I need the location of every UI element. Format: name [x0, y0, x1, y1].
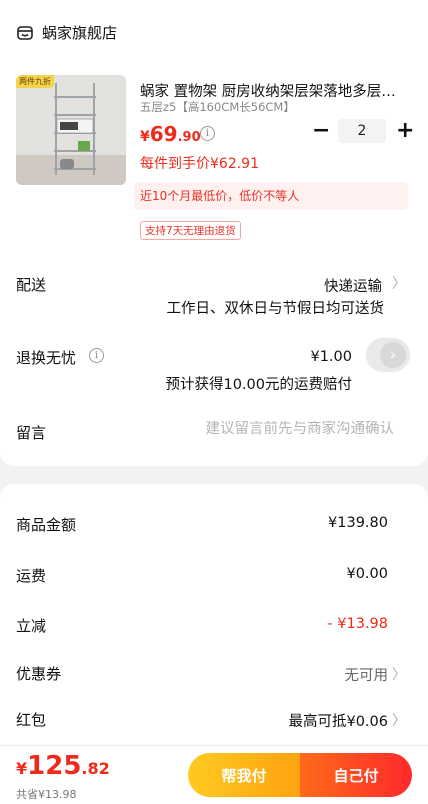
shipping-label: 运费 [16, 567, 47, 585]
message-input[interactable] [164, 421, 394, 437]
message-label: 留言 [16, 424, 47, 442]
shop-icon [17, 25, 33, 40]
return-insurance-info-icon[interactable]: i [89, 348, 104, 363]
discount-label: 立减 [16, 617, 47, 635]
quantity-value[interactable]: 2 [338, 119, 386, 143]
product-title[interactable]: 蜗家 置物架 厨房收纳架层架落地多层储物架 [140, 80, 402, 101]
total-price: ¥ 125 .82 [16, 751, 110, 781]
red-packet-value[interactable]: 最高可抵¥0.06 [288, 710, 388, 731]
decrease-button[interactable]: − [312, 119, 330, 143]
image-promo-tag: 两件九折 [16, 75, 54, 88]
goods-amount-label: 商品金额 [16, 516, 77, 534]
product-image[interactable]: 两件九折 [16, 75, 126, 185]
delivery-chevron-icon[interactable]: 〉 [392, 273, 406, 293]
low-price-notice: 近10个月最低价，低价不等人 [134, 182, 408, 210]
return-insurance-toggle[interactable]: › [366, 338, 410, 372]
toggle-arrow-icon: › [380, 342, 406, 368]
delivery-label: 配送 [16, 276, 47, 294]
return-policy-tag: 支持7天无理由退货 [140, 221, 241, 240]
product-spec[interactable]: 五层z5【高160CM长56CM】 [140, 99, 295, 115]
coupon-label: 优惠券 [16, 665, 62, 683]
coupon-value[interactable]: 无可用 [345, 664, 389, 685]
shelf-illustration [16, 75, 126, 185]
red-packet-chevron-icon[interactable]: 〉 [392, 710, 406, 730]
delivery-value[interactable]: 快递运输 [324, 275, 382, 296]
price-info-icon[interactable]: i [200, 126, 215, 141]
total-currency: ¥ [16, 759, 28, 778]
product-price: ¥ 69 .90 [140, 122, 201, 146]
return-insurance-price: ¥1.00 [310, 349, 352, 365]
pay-myself-button[interactable]: 自己付 [300, 753, 412, 797]
shop-name: 蜗家旗舰店 [42, 24, 118, 42]
increase-button[interactable]: + [396, 119, 414, 143]
coupon-chevron-icon[interactable]: 〉 [392, 664, 406, 684]
price-decimal: .90 [177, 130, 201, 145]
total-decimal: .82 [81, 759, 110, 778]
shop-header[interactable]: 蜗家旗舰店 [16, 22, 117, 43]
shipping-value: ¥0.00 [346, 566, 388, 582]
red-packet-label: 红包 [16, 711, 47, 729]
each-price: 每件到手价¥62.91 [140, 156, 259, 172]
goods-amount-value: ¥139.80 [328, 515, 388, 531]
order-card: 蜗家旗舰店 两件九折 蜗家 置物架 厨房收纳架层架落地多层储物架 五层z5【高1… [0, 0, 428, 466]
price-integer: 69 [149, 122, 178, 146]
help-me-pay-button[interactable]: 帮我付 [188, 753, 300, 797]
return-insurance-label: 退换无忧 [16, 349, 77, 367]
saved-amount: 共省¥13.98 [16, 788, 77, 801]
delivery-note: 工作日、双休日与节假日均可送货 [166, 301, 385, 317]
discount-value: - ¥13.98 [327, 616, 388, 632]
quantity-stepper: − 2 + [312, 119, 414, 143]
return-insurance-note: 预计获得10.00元的运费赔付 [165, 377, 352, 393]
checkout-bar: ¥ 125 .82 共省¥13.98 帮我付 自己付 [0, 745, 428, 804]
price-currency: ¥ [140, 129, 150, 145]
total-integer: 125 [27, 751, 82, 781]
